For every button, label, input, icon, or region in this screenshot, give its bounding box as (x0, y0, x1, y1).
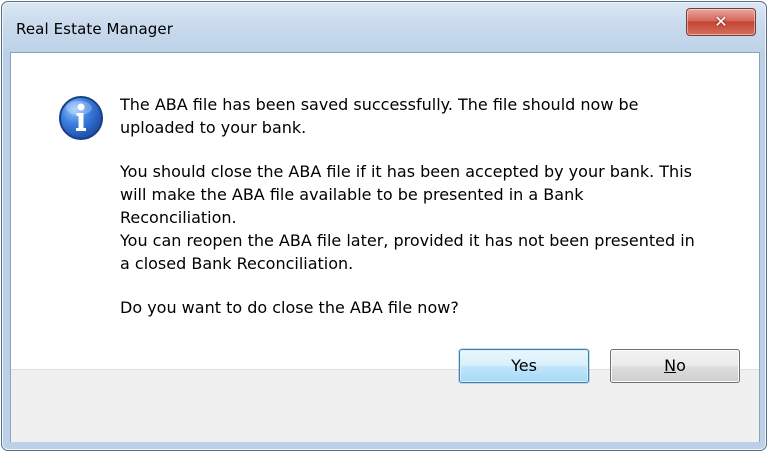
window-title: Real Estate Manager (16, 20, 173, 38)
message-paragraph-question: Do you want to do close the ABA file now… (120, 298, 459, 317)
message-area: The ABA file has been saved successfully… (11, 53, 759, 369)
dialog-client-area: The ABA file has been saved successfully… (10, 52, 760, 442)
dialog-window: Real Estate Manager ✕ The ABA file has b… (1, 1, 767, 451)
info-icon (59, 96, 103, 140)
no-button[interactable]: No (610, 349, 740, 383)
close-button[interactable]: ✕ (686, 8, 756, 36)
yes-button[interactable]: Yes (459, 349, 589, 383)
close-icon: ✕ (714, 12, 728, 31)
message-text: The ABA file has been saved successfully… (120, 93, 740, 319)
yes-button-label: Yes (511, 356, 537, 375)
message-paragraph-close-advice: You should close the ABA file if it has … (120, 162, 695, 273)
no-button-mnemonic: N (664, 356, 677, 375)
message-paragraph-saved: The ABA file has been saved successfully… (120, 95, 639, 137)
no-button-label-rest: o (676, 356, 686, 375)
